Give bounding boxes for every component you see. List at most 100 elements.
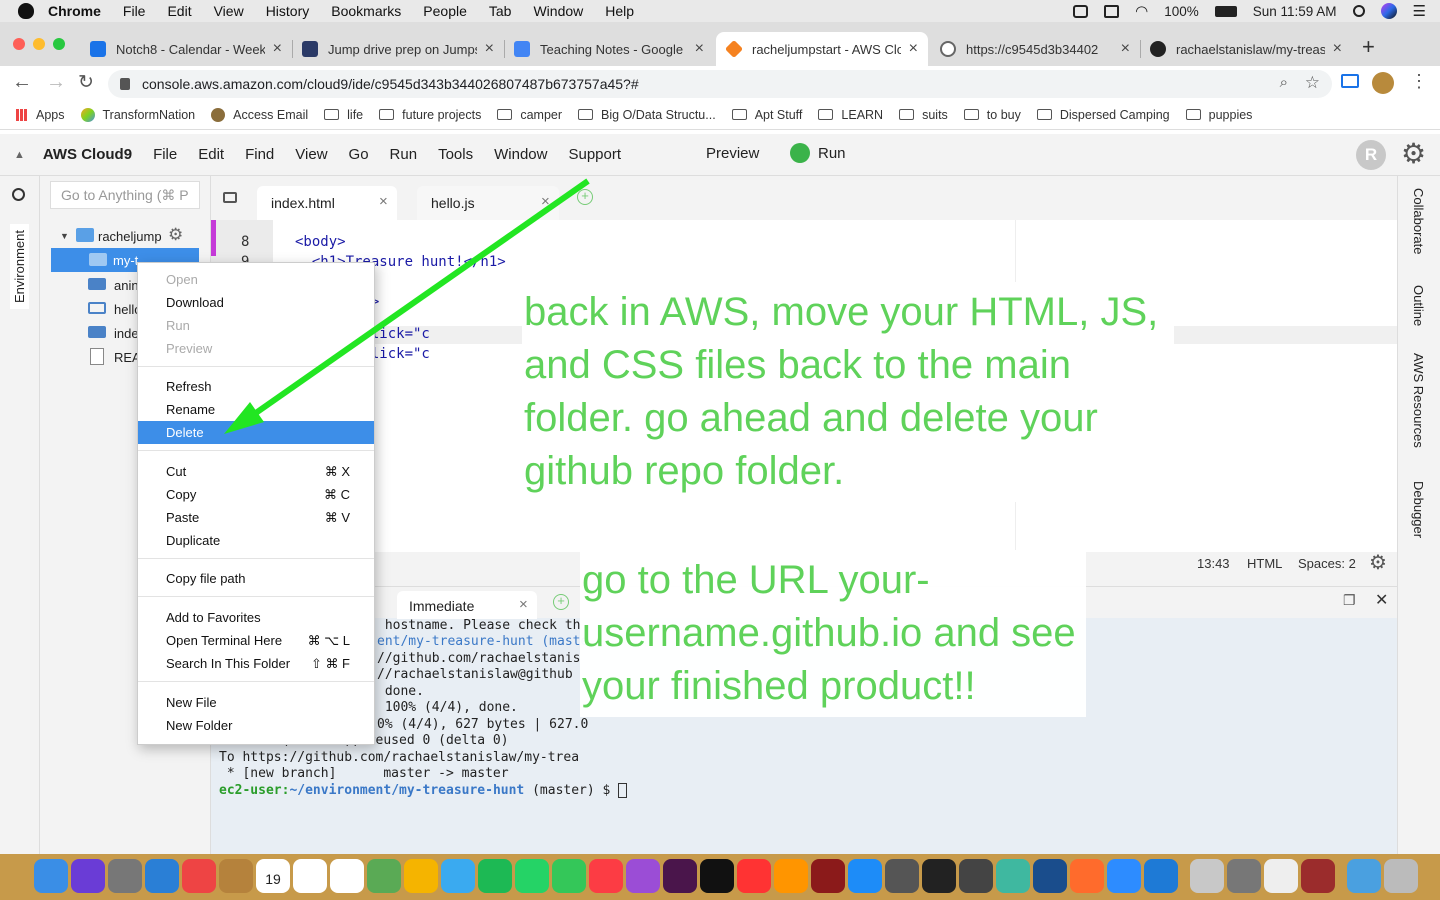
c9-menu-support[interactable]: Support xyxy=(568,146,621,163)
reload-button[interactable]: ↻ xyxy=(78,71,94,94)
c9-menu-view[interactable]: View xyxy=(295,146,327,163)
menu-file[interactable]: File xyxy=(123,3,146,19)
vscode-icon[interactable] xyxy=(1144,859,1178,893)
ctx-download[interactable]: Download xyxy=(138,291,374,314)
notes-icon[interactable] xyxy=(293,859,327,893)
go-to-anything-input[interactable]: Go to Anything (⌘ P xyxy=(50,181,200,209)
menu-history[interactable]: History xyxy=(266,3,310,19)
ctx-rename[interactable]: Rename xyxy=(138,398,374,421)
run-button[interactable]: Run xyxy=(818,145,846,162)
bookmark-dispersed-camping[interactable]: Dispersed Camping xyxy=(1036,108,1170,122)
whatsapp-icon[interactable] xyxy=(515,859,549,893)
console-tab-immediate[interactable]: Immediate × xyxy=(397,591,537,619)
menu-app-chrome[interactable]: Chrome xyxy=(48,3,101,19)
add-console-tab-icon[interactable]: + xyxy=(553,594,569,610)
outline-tab[interactable]: Outline xyxy=(1411,285,1426,326)
editor-settings-gear-icon[interactable]: ⚙ xyxy=(1369,550,1387,575)
activity-icon[interactable] xyxy=(959,859,993,893)
c9-menu-go[interactable]: Go xyxy=(349,146,369,163)
clock[interactable]: Sun 11:59 AM xyxy=(1253,4,1337,19)
menu-help[interactable]: Help xyxy=(605,3,634,19)
bookmark-apt-stuff[interactable]: Apt Stuff xyxy=(731,108,802,122)
settings-gear-icon[interactable]: ⚙ xyxy=(1401,137,1426,170)
ctx-duplicate[interactable]: Duplicate xyxy=(138,529,374,552)
new-tab-button[interactable]: + xyxy=(1362,34,1375,60)
close-tab-icon[interactable]: × xyxy=(909,40,918,58)
environment-tab[interactable]: Environment xyxy=(10,224,29,309)
safari-icon[interactable] xyxy=(145,859,179,893)
tree-item[interactable]: anin xyxy=(114,278,139,293)
tree-item[interactable]: inde xyxy=(114,326,139,341)
slack-icon[interactable] xyxy=(663,859,697,893)
apple-tv-icon[interactable] xyxy=(700,859,734,893)
image-capture-icon[interactable] xyxy=(1227,859,1261,893)
minimize-window-button[interactable] xyxy=(33,38,45,50)
ctx-paste[interactable]: Paste ⌘ V xyxy=(138,506,374,529)
bookmark-star-icon[interactable]: ☆ xyxy=(1305,73,1320,93)
bookmark-suits[interactable]: suits xyxy=(899,108,948,122)
close-tab-icon[interactable]: × xyxy=(273,40,282,58)
run-play-icon[interactable] xyxy=(790,143,810,163)
tab-jumpstart[interactable]: Jump drive prep on Jumpst × xyxy=(292,32,504,66)
c9-menu-window[interactable]: Window xyxy=(494,146,547,163)
tab-aws-cloud9[interactable]: racheljumpstart - AWS Clou × xyxy=(716,32,928,66)
tab-google-docs[interactable]: Teaching Notes - Google D × xyxy=(504,32,714,66)
menu-view[interactable]: View xyxy=(214,3,244,19)
c9-menu-tools[interactable]: Tools xyxy=(438,146,473,163)
terminal-prompt[interactable]: ec2-user:~/environment/my-treasure-hunt … xyxy=(219,783,628,798)
chrome-menu-icon[interactable]: ⋮ xyxy=(1410,71,1428,92)
language-mode[interactable]: HTML xyxy=(1247,556,1282,571)
user-avatar[interactable]: R xyxy=(1356,140,1386,170)
terminal-icon[interactable] xyxy=(922,859,956,893)
bookmark-big-o[interactable]: Big O/Data Structu... xyxy=(578,108,716,122)
postman-icon[interactable] xyxy=(1070,859,1104,893)
forward-button[interactable]: → xyxy=(46,71,66,94)
c9-menu-find[interactable]: Find xyxy=(245,146,274,163)
tree-gear-icon[interactable]: ⚙ xyxy=(168,225,183,245)
photos-icon[interactable] xyxy=(404,859,438,893)
books-icon[interactable] xyxy=(774,859,808,893)
notification-center-icon[interactable]: ☰ xyxy=(1413,2,1426,20)
c9-menu-edit[interactable]: Edit xyxy=(198,146,224,163)
menu-window[interactable]: Window xyxy=(533,3,583,19)
launchpad-icon[interactable] xyxy=(108,859,142,893)
bookmark-to-buy[interactable]: to buy xyxy=(963,108,1021,122)
apple-icon[interactable] xyxy=(18,3,34,19)
bookmark-learn[interactable]: LEARN xyxy=(818,108,883,122)
menu-edit[interactable]: Edit xyxy=(167,3,191,19)
ctx-open-terminal-here[interactable]: Open Terminal Here ⌘ ⌥ L xyxy=(138,629,374,652)
ctx-new-file[interactable]: New File xyxy=(138,691,374,714)
aws-resources-tab[interactable]: AWS Resources xyxy=(1411,353,1426,448)
system-preferences-icon[interactable] xyxy=(885,859,919,893)
close-tab-icon[interactable]: × xyxy=(485,40,494,58)
facetime-icon[interactable] xyxy=(552,859,586,893)
profile-avatar[interactable] xyxy=(1372,72,1394,94)
app-store-icon[interactable] xyxy=(848,859,882,893)
close-tab-icon[interactable]: × xyxy=(379,193,388,210)
maps-icon[interactable] xyxy=(367,859,401,893)
menu-people[interactable]: People xyxy=(423,3,467,19)
code-line[interactable]: <body> xyxy=(295,234,346,250)
bookmark-future-projects[interactable]: future projects xyxy=(379,108,481,122)
finder-icon[interactable] xyxy=(34,859,68,893)
close-tab-icon[interactable]: × xyxy=(519,596,528,613)
maximize-console-icon[interactable]: ❐ xyxy=(1343,592,1356,609)
close-console-icon[interactable]: ✕ xyxy=(1375,590,1388,610)
search-icon[interactable] xyxy=(12,188,25,201)
messages-icon[interactable] xyxy=(441,859,475,893)
close-tab-icon[interactable]: × xyxy=(1333,40,1342,58)
preview-icon[interactable] xyxy=(1190,859,1224,893)
chrome-icon[interactable] xyxy=(182,859,216,893)
collapse-menu-icon[interactable]: ▲ xyxy=(14,149,25,161)
textedit-icon[interactable] xyxy=(1264,859,1298,893)
preview-button[interactable]: Preview xyxy=(706,145,759,162)
wifi-icon[interactable]: ◠ xyxy=(1135,2,1148,20)
maximize-window-button[interactable] xyxy=(53,38,65,50)
airplay-icon[interactable] xyxy=(1104,4,1120,18)
bookmark-transformnation[interactable]: TransformNation xyxy=(80,107,195,122)
siri-icon[interactable] xyxy=(1380,3,1397,19)
menu-tab[interactable]: Tab xyxy=(489,3,512,19)
cast-icon[interactable] xyxy=(1341,74,1359,88)
spotlight-icon[interactable] xyxy=(1352,5,1365,17)
bookmark-puppies[interactable]: puppies xyxy=(1185,108,1252,122)
